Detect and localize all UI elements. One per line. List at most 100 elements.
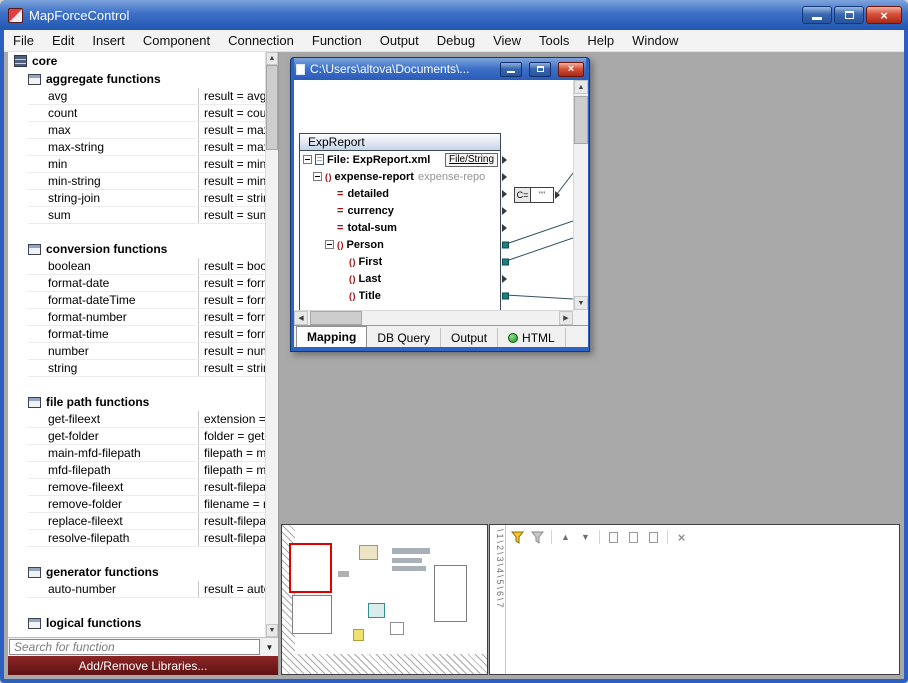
scroll-thumb[interactable]	[574, 96, 588, 144]
tree-row-file[interactable]: File: ExpReport.xml File/String	[300, 151, 500, 168]
scroll-up-icon[interactable]: ▲	[574, 80, 588, 94]
copy-message-icon[interactable]	[605, 529, 622, 546]
document-window[interactable]: C:\Users\altova\Documents\... × ExpRep	[290, 57, 590, 352]
output-connector-icon[interactable]	[502, 275, 507, 283]
doc-close-button[interactable]: ×	[558, 62, 584, 77]
library-section-header[interactable]: conversion functions	[28, 240, 265, 258]
output-connector-icon[interactable]	[555, 191, 560, 199]
component-header[interactable]: ExpReport	[299, 133, 501, 151]
copy-with-children-icon[interactable]	[625, 529, 642, 546]
function-row[interactable]: mfd-filepathfilepath = mfd	[28, 462, 265, 479]
tree-row-title[interactable]: Title	[300, 287, 500, 304]
filter-clear-icon[interactable]	[529, 529, 546, 546]
menu-component[interactable]: Component	[134, 30, 219, 51]
function-row[interactable]: format-timeresult = form	[28, 326, 265, 343]
copy-all-messages-icon[interactable]	[645, 529, 662, 546]
scroll-up-icon[interactable]: ▲	[266, 52, 278, 65]
overview-viewport[interactable]	[289, 543, 332, 593]
expreport-component[interactable]: ExpReport File: ExpReport.xml File/Strin…	[299, 133, 501, 310]
scroll-thumb[interactable]	[310, 311, 362, 325]
menu-function[interactable]: Function	[303, 30, 371, 51]
output-connector-icon[interactable]	[502, 156, 507, 164]
function-row[interactable]: max-stringresult = maxi	[28, 139, 265, 156]
clear-messages-icon[interactable]: ×	[673, 529, 690, 546]
scroll-down-icon[interactable]: ▼	[574, 296, 588, 310]
function-row[interactable]: format-dateTimeresult = form	[28, 292, 265, 309]
minimize-button[interactable]	[802, 6, 832, 24]
function-row[interactable]: remove-folderfilename = re	[28, 496, 265, 513]
function-row[interactable]: string-joinresult = strin	[28, 190, 265, 207]
menu-view[interactable]: View	[484, 30, 530, 51]
tree-row-currency[interactable]: currency	[300, 202, 500, 219]
connected-connector-icon[interactable]	[502, 241, 509, 248]
doc-minimize-button[interactable]	[500, 62, 522, 77]
collapse-icon[interactable]	[325, 240, 334, 249]
function-row[interactable]: auto-numberresult = auto	[28, 581, 265, 598]
close-button[interactable]: ×	[866, 6, 902, 24]
prev-message-icon[interactable]: ▲	[557, 529, 574, 546]
scroll-thumb[interactable]	[266, 65, 278, 150]
tab-mapping[interactable]: Mapping	[296, 326, 367, 347]
tree-row-person[interactable]: Person	[300, 236, 500, 253]
function-row[interactable]: stringresult = strin	[28, 360, 265, 377]
tab-output[interactable]: Output	[441, 328, 498, 347]
connected-connector-icon[interactable]	[502, 258, 509, 265]
library-section-header[interactable]: aggregate functions	[28, 70, 265, 88]
collapse-icon[interactable]	[313, 172, 322, 181]
tree-row-detailed[interactable]: detailed	[300, 185, 500, 202]
horizontal-scrollbar[interactable]: ◀ ▶	[294, 310, 573, 325]
function-row[interactable]: min-stringresult = min(	[28, 173, 265, 190]
filter-icon[interactable]	[509, 529, 526, 546]
function-row[interactable]: resolve-filepathresult-filepat	[28, 530, 265, 547]
output-connector-icon[interactable]	[502, 190, 507, 198]
document-title-bar[interactable]: C:\Users\altova\Documents\... ×	[294, 58, 586, 80]
menu-help[interactable]: Help	[578, 30, 623, 51]
scroll-down-icon[interactable]: ▼	[266, 624, 278, 637]
constant-component[interactable]: C= ""	[514, 187, 554, 203]
tree-row-first[interactable]: First	[300, 253, 500, 270]
menu-insert[interactable]: Insert	[83, 30, 134, 51]
function-row[interactable]: main-mfd-filepathfilepath = ma	[28, 445, 265, 462]
mapping-canvas[interactable]: ExpReport File: ExpReport.xml File/Strin…	[294, 80, 573, 310]
menu-connection[interactable]: Connection	[219, 30, 303, 51]
function-row[interactable]: remove-fileextresult-filepat	[28, 479, 265, 496]
output-connector-icon[interactable]	[502, 207, 507, 215]
library-section-header[interactable]: logical functions	[28, 614, 265, 632]
file-string-button[interactable]: File/String	[445, 153, 498, 167]
add-remove-libraries-button[interactable]: Add/Remove Libraries...	[8, 656, 278, 675]
function-row[interactable]: replace-fileextresult-filepat	[28, 513, 265, 530]
menu-debug[interactable]: Debug	[428, 30, 484, 51]
function-row[interactable]: numberresult = numb	[28, 343, 265, 360]
scroll-right-icon[interactable]: ▶	[559, 311, 573, 325]
function-row[interactable]: countresult = cour	[28, 105, 265, 122]
tree-row-expense-report[interactable]: expense-reportexpense-repo	[300, 168, 500, 185]
function-row[interactable]: minresult = min(	[28, 156, 265, 173]
tab-db-query[interactable]: DB Query	[367, 328, 441, 347]
function-row[interactable]: get-folderfolder = get-	[28, 428, 265, 445]
function-row[interactable]: booleanresult = boole	[28, 258, 265, 275]
output-connector-icon[interactable]	[502, 224, 507, 232]
search-dropdown-button[interactable]: ▼	[261, 638, 278, 656]
library-section-header[interactable]: generator functions	[28, 563, 265, 581]
menu-edit[interactable]: Edit	[43, 30, 83, 51]
function-row[interactable]: maxresult = maxi	[28, 122, 265, 139]
vertical-scrollbar[interactable]: ▲ ▼	[573, 80, 588, 310]
menu-window[interactable]: Window	[623, 30, 687, 51]
function-row[interactable]: format-dateresult = form	[28, 275, 265, 292]
function-row[interactable]: get-fileextextension = g	[28, 411, 265, 428]
menu-tools[interactable]: Tools	[530, 30, 578, 51]
collapse-icon[interactable]	[303, 155, 312, 164]
function-row[interactable]: format-numberresult = form	[28, 309, 265, 326]
function-row[interactable]: sumresult = sum	[28, 207, 265, 224]
output-connector-icon[interactable]	[502, 173, 507, 181]
doc-restore-button[interactable]	[529, 62, 551, 77]
tab-html[interactable]: HTML	[498, 328, 566, 347]
function-search-input[interactable]	[9, 639, 260, 655]
library-root-row[interactable]: core	[8, 52, 265, 70]
scroll-left-icon[interactable]: ◀	[294, 311, 308, 325]
library-scrollbar[interactable]: ▲ ▼	[265, 52, 278, 637]
library-section-header[interactable]: file path functions	[28, 393, 265, 411]
next-message-icon[interactable]: ▼	[577, 529, 594, 546]
function-row[interactable]: avgresult = avg(	[28, 88, 265, 105]
connected-connector-icon[interactable]	[502, 292, 509, 299]
